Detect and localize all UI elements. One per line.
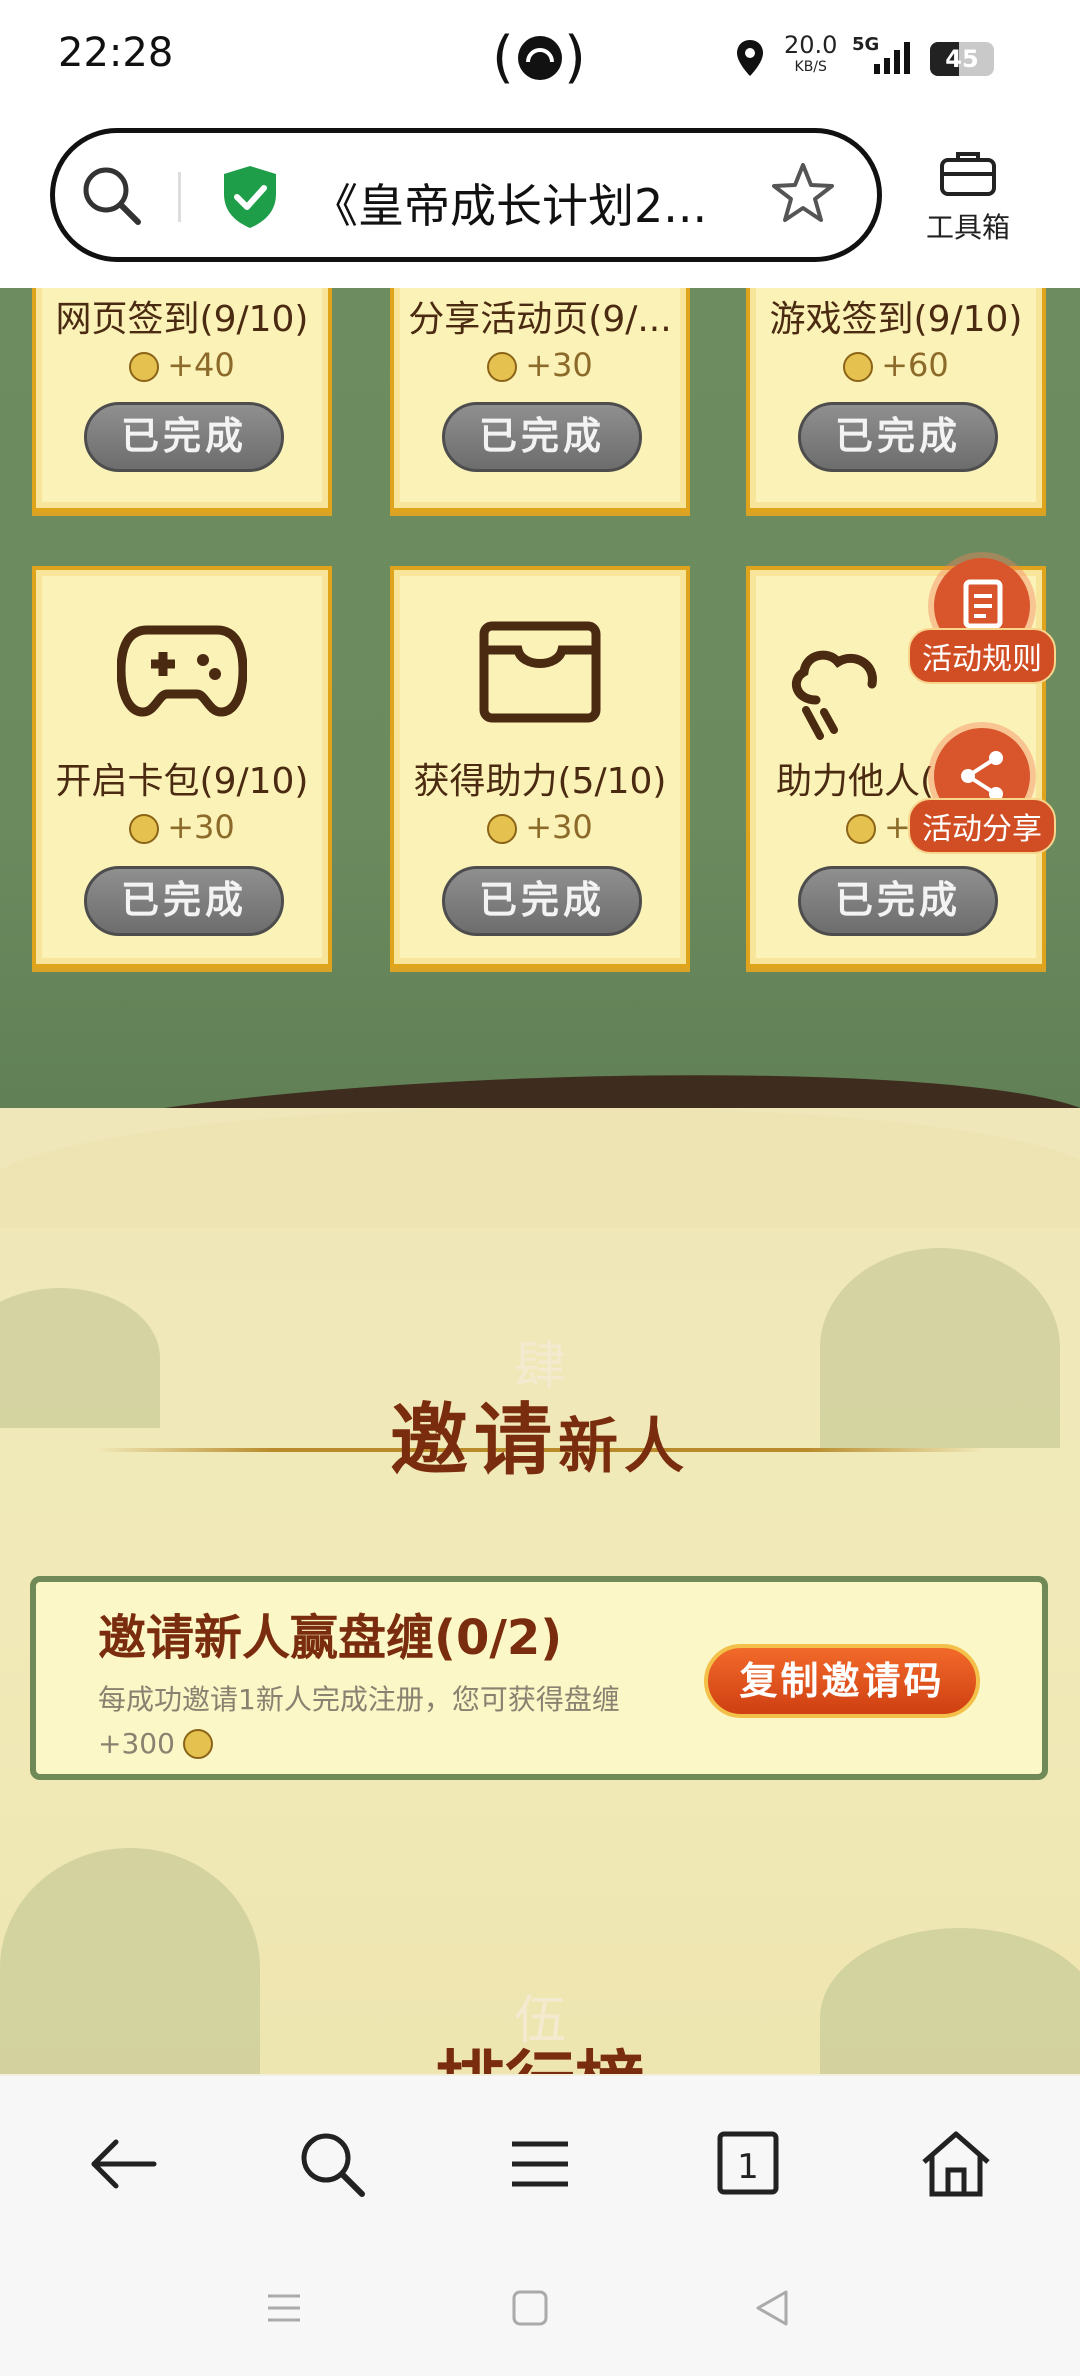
- completed-button[interactable]: 已完成: [84, 402, 284, 472]
- toolbox-button[interactable]: 工具箱: [908, 150, 1028, 250]
- task-title: 开启卡包(9/10): [55, 761, 309, 802]
- completed-button[interactable]: 已完成: [798, 866, 998, 936]
- next-section-title: 排行榜: [0, 2028, 1080, 2074]
- address-divider: [178, 172, 181, 222]
- activity-rules-label: 活动规则: [908, 628, 1056, 684]
- task-title: 分享活动页(9/...: [408, 299, 672, 340]
- toolbox-label: 工具箱: [925, 211, 1010, 244]
- security-shield-icon[interactable]: [220, 164, 280, 234]
- completed-button[interactable]: 已完成: [442, 402, 642, 472]
- tabs-icon: 1: [717, 2131, 779, 2195]
- activity-share-label: 活动分享: [908, 798, 1056, 854]
- gamepad-icon: [36, 620, 328, 724]
- back-nav-button[interactable]: [752, 2288, 792, 2332]
- task-card: 获得助力(5/10) +30 已完成: [390, 566, 690, 968]
- task-card: 游戏签到(9/10) +60 已完成: [746, 288, 1046, 512]
- invite-card-description: 每成功邀请1新人完成注册，您可获得盘缠 +300: [98, 1683, 620, 1760]
- back-arrow-icon: [91, 2139, 157, 2189]
- status-time: 22:28: [58, 30, 174, 76]
- task-card: 开启卡包(9/10) +30 已完成: [32, 566, 332, 968]
- invite-card-title: 邀请新人赢盘缠(0/2): [98, 1610, 563, 1666]
- task-points: +30: [394, 808, 686, 846]
- activity-rules-button[interactable]: 活动规则: [900, 558, 1064, 684]
- web-content: 网页签到(9/10) +40 已完成 分享活动页(9/... +30 已完成 游…: [0, 288, 1080, 2074]
- home-nav-button[interactable]: [510, 2288, 550, 2332]
- tabs-button[interactable]: 1: [708, 2124, 788, 2204]
- copy-invite-code-button[interactable]: 复制邀请码: [704, 1644, 980, 1718]
- coin-icon: [129, 814, 160, 844]
- task-title: 网页签到(9/10): [55, 299, 309, 340]
- menu-icon: [512, 2141, 568, 2187]
- section-title: 邀请新人: [389, 1396, 690, 1486]
- svg-text:(: (: [492, 25, 514, 90]
- completed-button[interactable]: 已完成: [442, 866, 642, 936]
- location-icon: [734, 38, 766, 82]
- coin-icon: [487, 814, 518, 844]
- search-icon: [301, 2133, 365, 2197]
- svg-text:): ): [564, 25, 586, 90]
- task-points: +60: [750, 346, 1042, 384]
- search-button[interactable]: [292, 2124, 372, 2204]
- page-title[interactable]: 《皇帝成长计划2...: [312, 170, 712, 236]
- task-points: +30: [36, 808, 328, 846]
- coin-icon: [487, 352, 518, 382]
- task-title: 游戏签到(9/10): [769, 299, 1023, 340]
- toolbox-icon: [940, 152, 996, 196]
- coin-icon: [846, 814, 876, 844]
- recent-apps-icon: [268, 2294, 300, 2322]
- task-title: 获得助力(5/10): [413, 761, 667, 802]
- coin-icon: [182, 1729, 213, 1759]
- square-home-icon: [512, 2290, 548, 2326]
- completed-button[interactable]: 已完成: [84, 866, 284, 936]
- home-icon: [922, 2131, 990, 2197]
- recent-apps-button[interactable]: [264, 2288, 304, 2332]
- home-button[interactable]: [916, 2124, 996, 2204]
- activity-share-button[interactable]: 活动分享: [900, 728, 1064, 854]
- battery-indicator: 45: [930, 42, 994, 76]
- task-points: +40: [36, 346, 328, 384]
- back-button[interactable]: [84, 2124, 164, 2204]
- task-card: 网页签到(9/10) +40 已完成: [32, 288, 332, 512]
- triangle-back-icon: [756, 2290, 788, 2326]
- task-points: +30: [394, 346, 686, 384]
- hotspot-icon: (): [490, 22, 590, 92]
- svg-text:1: 1: [737, 2147, 759, 2187]
- bookmark-star-icon[interactable]: [770, 160, 836, 230]
- task-card: 分享活动页(9/... +30 已完成: [390, 288, 690, 512]
- coin-icon: [843, 352, 874, 382]
- search-icon[interactable]: [80, 164, 144, 232]
- network-speed: 20.0 KB/S: [784, 31, 838, 75]
- menu-button[interactable]: [500, 2124, 580, 2204]
- signal-icon: [872, 40, 916, 80]
- coin-icon: [129, 352, 160, 382]
- completed-button[interactable]: 已完成: [798, 402, 998, 472]
